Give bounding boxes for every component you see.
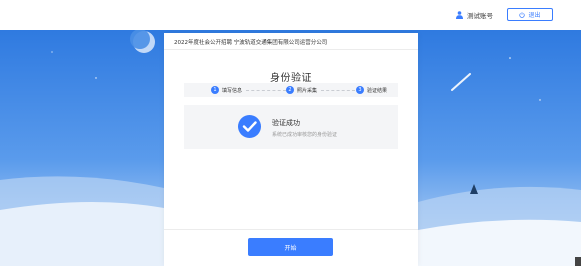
divider [164,49,418,50]
user-icon [456,11,463,19]
step-3: 3 验证结果 [356,86,387,94]
step-2-label: 照片采集 [297,87,318,94]
step-1-label: 填写信息 [222,87,243,94]
step-3-number: 3 [356,86,364,94]
verification-panel: 2022年度社会公开招聘 宁波轨道交通集团有限公司运营分公司 身份验证 1 填写… [164,33,418,266]
step-indicator: 1 填写信息 2 照片采集 3 验证结果 [184,83,398,97]
step-2-number: 2 [286,86,294,94]
step-connector [321,90,355,91]
logout-icon [519,11,526,18]
result-title: 验证成功 [272,119,300,127]
start-button[interactable]: 开始 [248,238,333,256]
step-1-number: 1 [211,86,219,94]
user-account[interactable]: 测试账号 [456,9,493,21]
panel-title: 2022年度社会公开招聘 宁波轨道交通集团有限公司运营分公司 [174,40,328,46]
divider [164,229,418,230]
check-circle-icon [238,115,261,138]
side-widget-icon[interactable] [575,257,581,266]
user-name: 测试账号 [467,12,493,20]
step-3-label: 验证结果 [367,87,388,94]
page-title: 身份验证 [270,73,312,84]
logout-button[interactable]: 退出 [507,8,553,21]
step-1: 1 填写信息 [211,86,242,94]
logout-label: 退出 [528,12,541,19]
step-2: 2 照片采集 [286,86,317,94]
result-subtitle: 系统已成功审核您的身份验证 [272,132,338,138]
verification-result: 验证成功 系统已成功审核您的身份验证 [184,105,398,149]
step-connector [246,90,286,91]
top-bar: 测试账号 退出 [0,0,581,30]
